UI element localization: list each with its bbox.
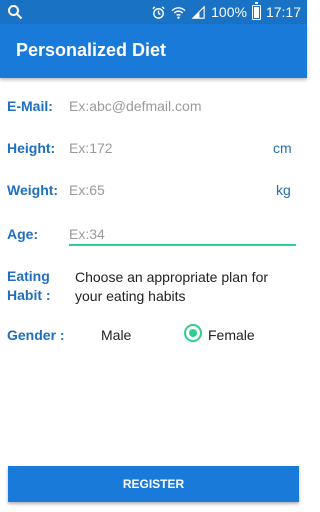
gender-radio-female[interactable] xyxy=(184,324,202,342)
weight-field[interactable]: Ex:65 xyxy=(69,182,105,198)
page-title: Personalized Diet xyxy=(16,40,167,60)
age-field[interactable]: Ex:34 xyxy=(69,226,105,242)
radio-selected-dot xyxy=(189,329,197,337)
height-unit: cm xyxy=(273,140,292,156)
battery-icon xyxy=(251,1,261,20)
status-bar: 100% 17:17 xyxy=(0,0,307,24)
gender-option-female[interactable]: Female xyxy=(208,327,255,343)
eating-habit-selector[interactable]: Choose an appropriate plan for your eati… xyxy=(75,268,285,306)
email-field[interactable]: Ex:abc@defmail.com xyxy=(69,98,201,114)
search-icon xyxy=(8,5,23,20)
weight-label: Weight: xyxy=(7,182,59,198)
height-label: Height: xyxy=(7,140,56,156)
height-field[interactable]: Ex:172 xyxy=(69,140,113,156)
email-label: E-Mail: xyxy=(7,98,53,114)
eating-habit-label-line2: Habit : xyxy=(7,287,51,303)
battery-percent: 100% xyxy=(211,4,247,20)
wifi-icon xyxy=(171,6,186,19)
alarm-icon xyxy=(152,5,165,19)
status-time: 17:17 xyxy=(265,4,301,20)
eating-habit-label-line1: Eating xyxy=(7,268,50,284)
weight-unit: kg xyxy=(276,182,291,198)
gender-option-male[interactable]: Male xyxy=(101,327,131,343)
age-field-underline xyxy=(69,244,296,246)
status-icons: 100% 17:17 xyxy=(151,0,301,24)
signal-icon xyxy=(191,5,205,19)
app-bar: Personalized Diet xyxy=(0,24,307,78)
register-button[interactable]: REGISTER xyxy=(8,466,299,502)
gender-label: Gender : xyxy=(7,327,65,343)
age-label: Age: xyxy=(7,226,39,242)
